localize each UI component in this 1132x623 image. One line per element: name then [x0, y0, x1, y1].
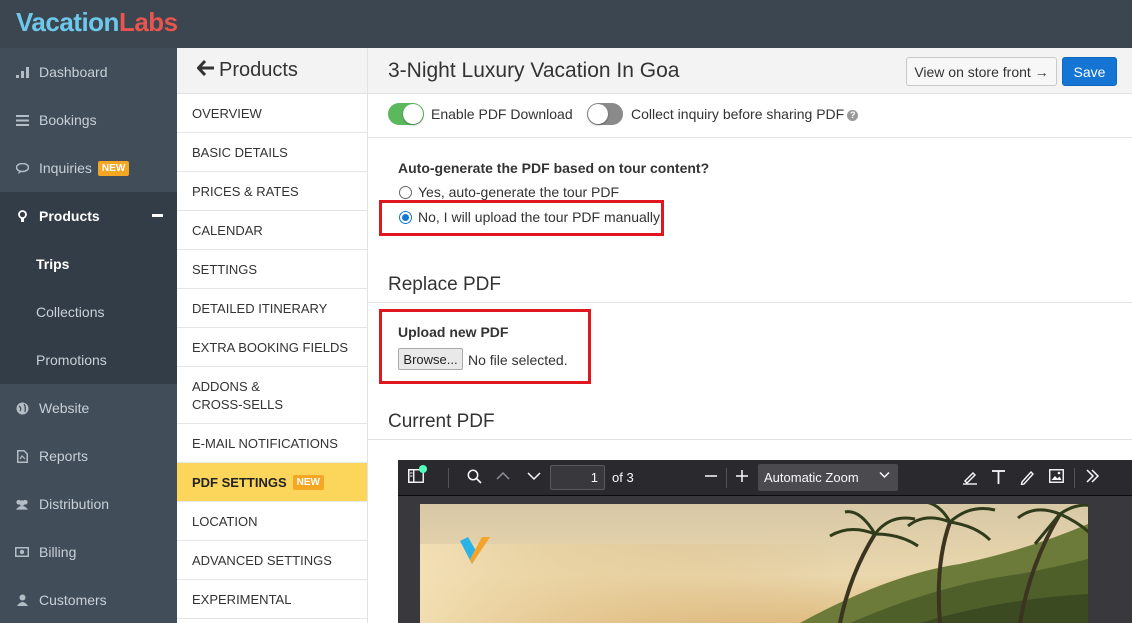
lightbulb-icon	[15, 209, 29, 223]
nav-label: Inquiries	[39, 160, 92, 176]
autogen-yes-radio[interactable]	[399, 186, 412, 199]
nav-sub-trips[interactable]: Trips	[0, 240, 177, 288]
nav-inquiries[interactable]: Inquiries NEW	[0, 144, 177, 192]
replace-pdf-heading: Replace PDF	[388, 274, 501, 295]
brand-logo[interactable]: VacationLabs	[16, 7, 178, 38]
toggle-knob	[588, 104, 608, 124]
subnav-header[interactable]: Products	[177, 48, 367, 94]
main-sidebar: Dashboard Bookings Inquiries NEW Product…	[0, 48, 177, 623]
arrow-left-icon[interactable]	[196, 59, 215, 82]
nav-label: Bookings	[39, 112, 97, 128]
nav-label: Billing	[39, 544, 77, 560]
subnav-email-notifications[interactable]: E-MAIL NOTIFICATIONS	[177, 424, 367, 463]
zoom-select[interactable]: Automatic Zoom	[758, 464, 898, 491]
chevron-down-icon	[879, 469, 890, 483]
save-button[interactable]: Save	[1062, 57, 1117, 86]
nav-sub-promotions[interactable]: Promotions	[0, 336, 177, 384]
main-content: 3-Night Luxury Vacation In Goa View on s…	[368, 48, 1132, 623]
toolbar-separator	[448, 468, 449, 488]
subnav-experimental[interactable]: EXPERIMENTAL	[177, 580, 367, 619]
new-badge: NEW	[292, 474, 324, 490]
money-icon	[15, 547, 29, 557]
dashboard-icon	[15, 66, 29, 78]
list-icon	[15, 114, 29, 126]
double-chevron-right-icon[interactable]	[1085, 469, 1100, 488]
nav-website[interactable]: Website	[0, 384, 177, 432]
nav-dashboard[interactable]: Dashboard	[0, 48, 177, 96]
subnav-prices-rates[interactable]: PRICES & RATES	[177, 172, 367, 211]
text-tool-icon[interactable]	[991, 469, 1006, 490]
nav-label: Products	[39, 208, 100, 224]
status-dot	[419, 465, 427, 473]
nav-distribution[interactable]: Distribution	[0, 480, 177, 528]
pdf-viewer: 1 of 3 Automatic Zoom	[398, 460, 1132, 623]
nav-billing[interactable]: Billing	[0, 528, 177, 576]
chevron-up-icon[interactable]	[496, 469, 510, 488]
pdf-cover-image	[420, 504, 1088, 623]
zoom-in-icon[interactable]	[735, 469, 749, 488]
nav-customers[interactable]: Customers	[0, 576, 177, 623]
collect-inquiry-toggle[interactable]	[587, 103, 623, 125]
highlight-box	[379, 309, 591, 384]
products-subnav: Products OVERVIEW BASIC DETAILS PRICES &…	[177, 48, 368, 623]
pdf-page-preview	[420, 504, 1088, 623]
nav-sub-collections[interactable]: Collections	[0, 288, 177, 336]
chat-icon	[15, 162, 29, 174]
nav-products[interactable]: Products	[0, 192, 177, 240]
subnav-addons-cross-sells[interactable]: ADDONS & CROSS-SELLS	[177, 367, 367, 424]
new-badge: NEW	[97, 160, 130, 176]
search-icon[interactable]	[467, 469, 482, 489]
draw-pen-icon[interactable]	[1020, 469, 1035, 490]
subnav-advanced-settings[interactable]: ADVANCED SETTINGS	[177, 541, 367, 580]
toolbar-separator	[1074, 468, 1075, 488]
report-icon	[15, 449, 29, 463]
nav-label: Dashboard	[39, 64, 108, 80]
pdf-toolbar: 1 of 3 Automatic Zoom	[398, 460, 1132, 496]
help-icon[interactable]: ?	[847, 110, 859, 121]
nav-label: Website	[39, 400, 90, 416]
subnav-basic-details[interactable]: BASIC DETAILS	[177, 133, 367, 172]
globe-icon	[15, 402, 29, 415]
autogen-question: Auto-generate the PDF based on tour cont…	[398, 160, 710, 176]
divider	[368, 302, 1132, 303]
collapse-icon[interactable]	[152, 214, 163, 217]
top-header: VacationLabs	[0, 0, 1132, 48]
subnav-title: Products	[219, 59, 298, 81]
page-number-input[interactable]: 1	[550, 465, 605, 490]
subnav-detailed-itinerary[interactable]: DETAILED ITINERARY	[177, 289, 367, 328]
toggle-knob	[403, 104, 423, 124]
zoom-out-icon[interactable]	[704, 469, 718, 488]
subnav-calendar[interactable]: CALENDAR	[177, 211, 367, 250]
nav-label: Distribution	[39, 496, 110, 512]
page-count: of 3	[612, 470, 634, 485]
nav-label: Reports	[39, 448, 89, 464]
toolbar-separator	[726, 468, 727, 488]
subnav-overview[interactable]: OVERVIEW	[177, 94, 367, 133]
enable-pdf-toggle[interactable]	[388, 103, 424, 125]
page-title: 3-Night Luxury Vacation In Goa	[388, 59, 680, 82]
divider	[368, 439, 1132, 440]
autogen-yes-label[interactable]: Yes, auto-generate the tour PDF	[418, 184, 619, 200]
subnav-settings[interactable]: SETTINGS	[177, 250, 367, 289]
pdf-toggles: Enable PDF Download Collect inquiry befo…	[368, 94, 1132, 138]
users-icon	[15, 499, 29, 510]
chevron-down-icon[interactable]	[527, 469, 541, 488]
nav-bookings[interactable]: Bookings	[0, 96, 177, 144]
collect-inquiry-label: Collect inquiry before sharing PDF?	[631, 106, 859, 122]
image-tool-icon[interactable]	[1049, 469, 1064, 488]
highlight-box	[379, 200, 664, 236]
highlight-pen-icon[interactable]	[962, 469, 978, 490]
subnav-pdf-settings[interactable]: PDF SETTINGS NEW	[177, 463, 367, 502]
view-store-button[interactable]: View on store front →	[906, 57, 1057, 86]
current-pdf-heading: Current PDF	[388, 411, 495, 432]
subnav-extra-booking-fields[interactable]: EXTRA BOOKING FIELDS	[177, 328, 367, 367]
user-icon	[15, 594, 29, 606]
nav-reports[interactable]: Reports	[0, 432, 177, 480]
enable-pdf-label: Enable PDF Download	[431, 106, 573, 122]
subnav-location[interactable]: LOCATION	[177, 502, 367, 541]
nav-label: Customers	[39, 592, 107, 608]
title-bar: 3-Night Luxury Vacation In Goa View on s…	[368, 48, 1132, 94]
